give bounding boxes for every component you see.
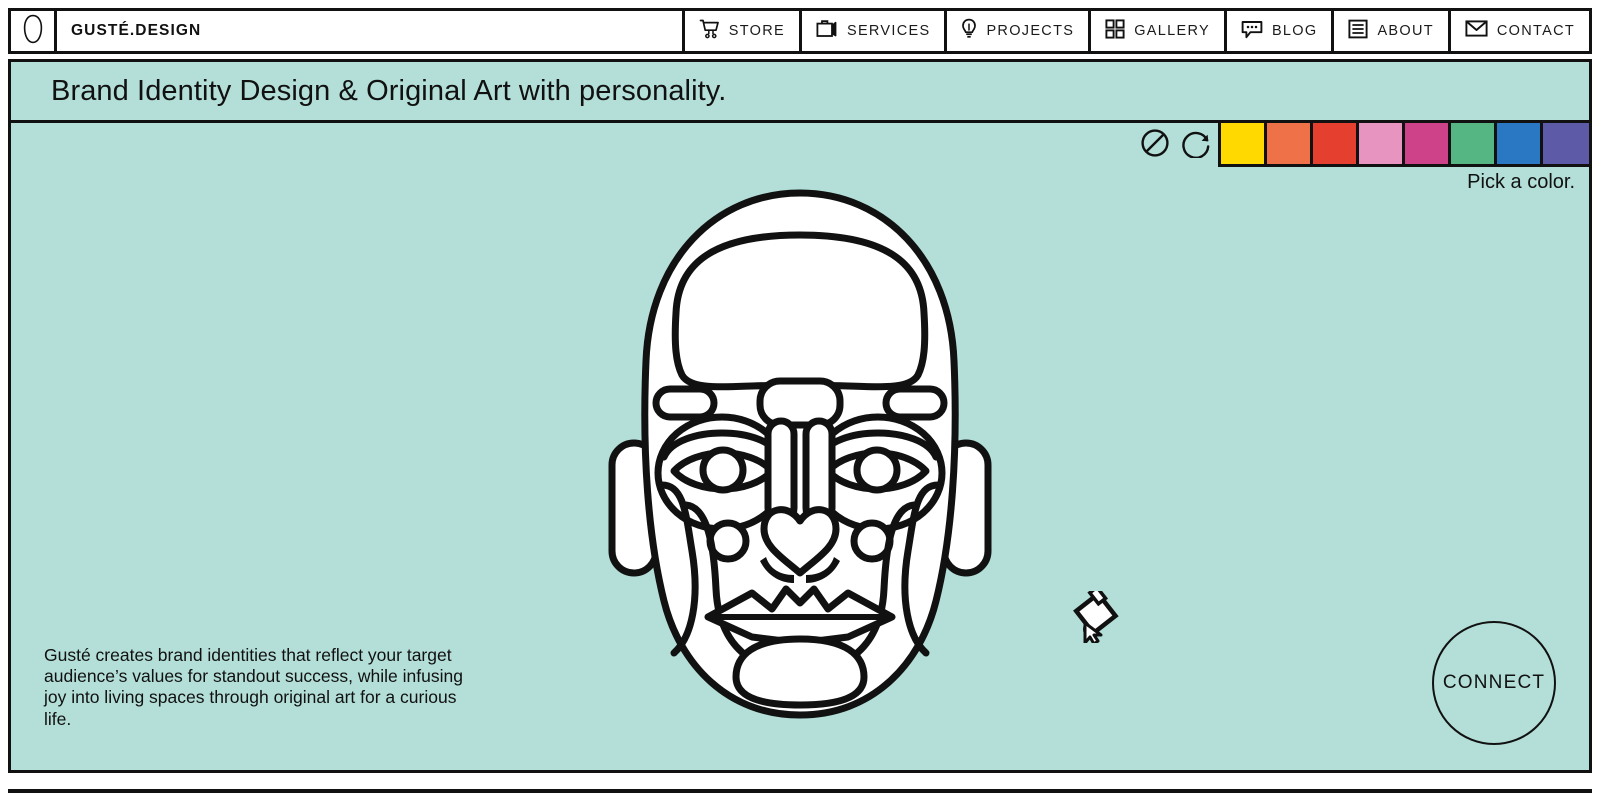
nav-item-about[interactable]: ABOUT: [1331, 11, 1447, 51]
headline-band: Brand Identity Design & Original Art wit…: [8, 59, 1592, 123]
swatch-orange[interactable]: [1267, 123, 1313, 167]
site-header: GUSTÉ.DESIGN STORE SERVICES PROJECTS GAL…: [8, 8, 1592, 54]
swatch-green[interactable]: [1451, 123, 1497, 167]
page-title: Brand Identity Design & Original Art wit…: [51, 74, 727, 107]
envelope-icon: [1465, 19, 1488, 43]
intro-paragraph: Gusté creates brand identities that refl…: [44, 644, 463, 729]
swatch-blue[interactable]: [1497, 123, 1543, 167]
nose-bridge-right: [802, 417, 836, 525]
swatch-yellow[interactable]: [1221, 123, 1267, 167]
page-root: GUSTÉ.DESIGN STORE SERVICES PROJECTS GAL…: [0, 0, 1600, 793]
no-color-button[interactable]: [1134, 123, 1176, 167]
bottom-divider: [8, 789, 1592, 793]
forehead-plate-shape: [671, 231, 929, 391]
iris-right: [853, 446, 901, 494]
briefcase-icon: [816, 18, 838, 44]
speech-bubble-icon: [1241, 19, 1263, 44]
color-picker-toolbar: [1134, 123, 1589, 167]
nav-item-contact[interactable]: CONTACT: [1447, 11, 1589, 51]
primary-nav: STORE SERVICES PROJECTS GALLERY BLOG ABO…: [681, 11, 1589, 51]
nose-bridge-left: [764, 417, 798, 525]
logo-cell[interactable]: [11, 11, 57, 51]
list-lines-icon: [1348, 19, 1368, 44]
nav-item-store[interactable]: STORE: [681, 11, 799, 51]
nav-label-contact: CONTACT: [1496, 23, 1575, 39]
swatch-magenta[interactable]: [1405, 123, 1451, 167]
nav-label-about: ABOUT: [1377, 23, 1434, 39]
nav-item-projects[interactable]: PROJECTS: [944, 11, 1088, 51]
color-swatch-strip: [1218, 123, 1589, 167]
nav-item-services[interactable]: SERVICES: [798, 11, 944, 51]
brand-wordmark: GUSTÉ.DESIGN: [71, 22, 202, 39]
reset-circular-arrow-icon: [1182, 128, 1212, 163]
nav-item-gallery[interactable]: GALLERY: [1088, 11, 1224, 51]
head-outline-logo-icon: [23, 14, 43, 49]
nav-label-blog: BLOG: [1271, 23, 1318, 39]
connect-button-label: CONNECT: [1442, 672, 1546, 693]
swatch-purple[interactable]: [1543, 123, 1589, 167]
swatch-pink[interactable]: [1359, 123, 1405, 167]
shopping-cart-icon: [699, 18, 720, 44]
swatch-red[interactable]: [1313, 123, 1359, 167]
no-color-circle-slash-icon: [1140, 128, 1170, 163]
nav-label-gallery: GALLERY: [1134, 23, 1210, 39]
reset-colors-button[interactable]: [1176, 123, 1218, 167]
artwork-canvas[interactable]: Pick a color. Gusté creates brand identi…: [8, 123, 1592, 773]
paint-bucket-fill-cursor-icon: [1073, 584, 1121, 648]
nav-label-store: STORE: [728, 23, 785, 39]
brand-cell[interactable]: GUSTÉ.DESIGN: [57, 11, 682, 51]
brow-bump-right: [882, 385, 948, 421]
line-art-face-illustration[interactable]: [600, 185, 1000, 730]
chin-shape: [732, 635, 868, 709]
connect-button[interactable]: CONNECT: [1432, 621, 1556, 745]
nav-item-blog[interactable]: BLOG: [1223, 11, 1332, 51]
lightbulb-icon: [961, 18, 977, 45]
grid-icon: [1105, 18, 1125, 44]
pick-a-color-label: Pick a color.: [1467, 171, 1575, 193]
nav-label-services: SERVICES: [846, 23, 931, 39]
brow-bump-center: [756, 377, 844, 429]
nav-label-projects: PROJECTS: [986, 23, 1075, 39]
brow-bump-left: [652, 385, 718, 421]
iris-left: [699, 446, 747, 494]
